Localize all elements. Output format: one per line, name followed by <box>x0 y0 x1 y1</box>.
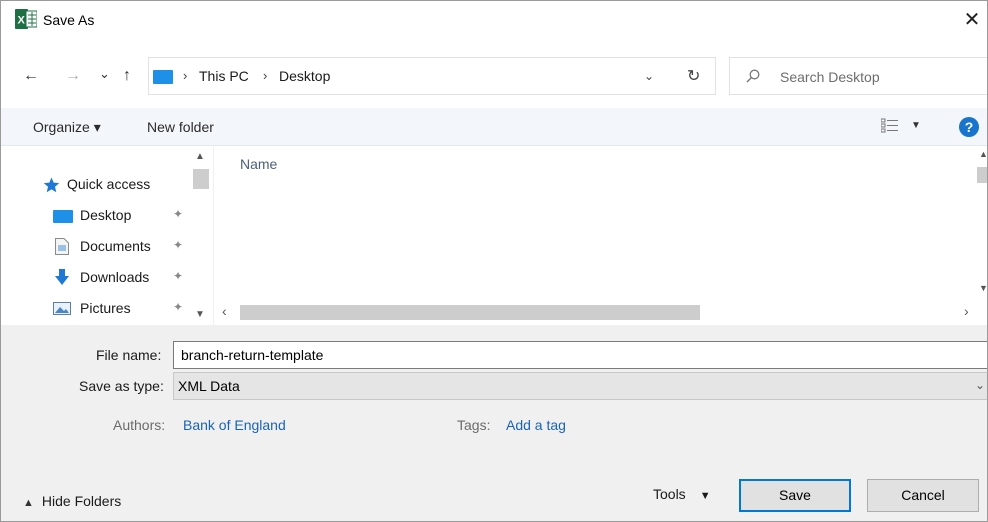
scroll-up-icon[interactable]: ▲ <box>979 149 987 159</box>
nav-item-downloads[interactable]: Downloads ✦ <box>1 264 191 290</box>
column-header-name[interactable]: Name <box>240 156 277 172</box>
search-placeholder: Search Desktop <box>780 69 880 85</box>
tools-button[interactable]: Tools ▼ <box>653 486 711 502</box>
nav-item-desktop[interactable]: Desktop ✦ <box>1 202 191 228</box>
tags-field[interactable]: Add a tag <box>506 417 566 433</box>
star-icon <box>43 177 60 193</box>
scrollbar-thumb[interactable] <box>193 169 209 189</box>
hide-folders-label: Hide Folders <box>41 493 122 509</box>
downloads-icon <box>55 269 69 285</box>
breadcrumb-separator: › <box>263 68 268 83</box>
save-as-type-label: Save as type: <box>79 378 164 394</box>
organize-button[interactable]: Organize ▾ <box>33 119 101 136</box>
search-icon <box>746 69 760 83</box>
nav-item-label: Quick access <box>67 176 151 192</box>
scroll-down-icon[interactable]: ▼ <box>195 309 205 320</box>
file-list: Name ▲ ▼ ‹ › <box>213 147 987 325</box>
close-button[interactable]: ✕ <box>957 7 987 35</box>
pin-icon: ✦ <box>173 269 184 283</box>
scroll-up-icon[interactable]: ▲ <box>195 151 205 162</box>
nav-item-label: Documents <box>80 238 151 254</box>
address-bar[interactable]: › This PC › Desktop ⌄ ↻ <box>148 57 716 95</box>
navigation-pane-scrollbar[interactable]: ▲ ▼ <box>191 147 211 325</box>
scroll-left-icon[interactable]: ‹ <box>222 303 227 319</box>
tools-label: Tools <box>653 486 686 502</box>
save-as-type-value: XML Data <box>178 378 240 394</box>
desktop-icon <box>53 210 73 223</box>
save-as-type-select[interactable]: XML Data ⌄ <box>173 372 987 400</box>
address-dropdown-icon[interactable]: ⌄ <box>644 69 654 83</box>
file-name-input[interactable] <box>173 341 987 369</box>
nav-item-label: Downloads <box>80 269 150 285</box>
file-name-label: File name: <box>96 347 162 363</box>
nav-item-pictures[interactable]: Pictures ✦ <box>1 295 191 321</box>
cancel-button[interactable]: Cancel <box>867 479 979 512</box>
chevron-down-icon: ⌄ <box>974 378 985 392</box>
scroll-right-icon[interactable]: › <box>964 303 969 319</box>
documents-icon <box>55 238 69 255</box>
authors-field[interactable]: Bank of England <box>183 417 286 433</box>
scrollbar-thumb[interactable] <box>240 305 700 320</box>
file-list-horizontal-scrollbar[interactable]: ‹ › <box>214 302 987 322</box>
help-icon[interactable]: ? <box>959 117 979 137</box>
save-as-dialog: X Save As ✕ ← → ⌄ ↑ › This PC › Desktop … <box>0 0 988 522</box>
save-button[interactable]: Save <box>739 479 851 512</box>
tags-label: Tags: <box>457 417 491 433</box>
navigation-bar: ← → ⌄ ↑ › This PC › Desktop ⌄ ↻ Search D… <box>1 57 987 97</box>
pin-icon: ✦ <box>173 238 184 252</box>
pictures-icon <box>53 302 71 315</box>
search-box[interactable]: Search Desktop <box>729 57 987 95</box>
window-title: Save As <box>43 12 95 28</box>
breadcrumb-desktop[interactable]: Desktop <box>279 68 330 84</box>
pin-icon: ✦ <box>173 300 184 314</box>
title-bar: X Save As ✕ <box>1 1 987 41</box>
chevron-up-icon: ▲ <box>23 497 34 509</box>
back-arrow-icon[interactable]: ← <box>23 65 39 87</box>
command-bar: Organize ▾ New folder ▼ ? <box>1 108 987 146</box>
save-options-panel: File name: Save as type: XML Data ⌄ Auth… <box>1 325 987 521</box>
authors-label: Authors: <box>113 417 166 433</box>
refresh-icon[interactable]: ↻ <box>687 66 700 86</box>
up-arrow-icon[interactable]: ↑ <box>123 65 131 87</box>
recent-locations-chevron-icon[interactable]: ⌄ <box>99 63 110 85</box>
nav-item-label: Desktop <box>80 207 132 223</box>
excel-icon: X <box>15 9 37 29</box>
new-folder-button[interactable]: New folder <box>147 119 214 135</box>
navigation-pane: Quick access Desktop ✦ Documents ✦ Downl… <box>1 147 213 325</box>
svg-text:X: X <box>18 15 26 27</box>
breadcrumb-separator: › <box>183 68 188 83</box>
nav-item-quick-access[interactable]: Quick access <box>1 171 191 197</box>
hide-folders-button[interactable]: ▲ Hide Folders <box>23 493 121 509</box>
nav-item-label: Pictures <box>80 300 131 316</box>
tools-dropdown-icon: ▼ <box>699 490 711 502</box>
nav-item-documents[interactable]: Documents ✦ <box>1 233 191 259</box>
this-pc-icon <box>153 70 173 84</box>
scroll-down-icon[interactable]: ▼ <box>979 283 987 293</box>
pin-icon: ✦ <box>173 207 184 221</box>
scrollbar-thumb[interactable] <box>977 167 987 183</box>
breadcrumb-this-pc[interactable]: This PC <box>199 68 249 84</box>
view-list-icon[interactable] <box>881 118 899 134</box>
file-list-vertical-scrollbar[interactable]: ▲ ▼ <box>977 147 987 297</box>
view-dropdown-icon[interactable]: ▼ <box>911 120 921 131</box>
forward-arrow-icon[interactable]: → <box>65 65 81 87</box>
